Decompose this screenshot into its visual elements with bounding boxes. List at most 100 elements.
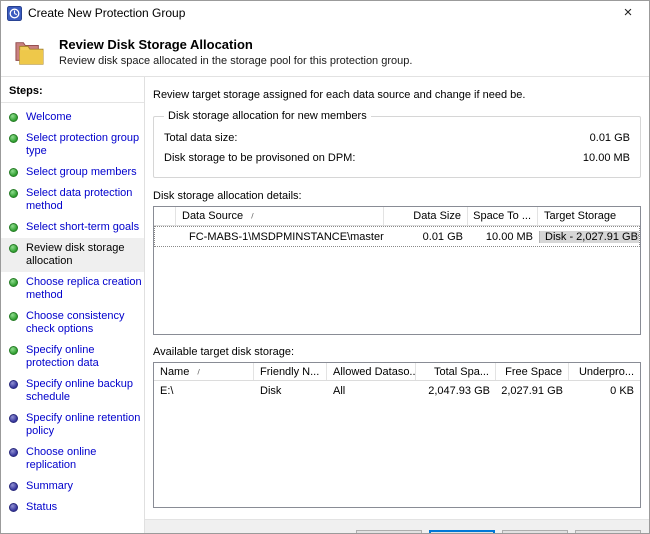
help-button[interactable]: Help: [575, 530, 641, 534]
table-row-disk[interactable]: E:\ Disk All 2,047.93 GB 2,027.91 GB 0 K…: [154, 381, 640, 401]
step-link[interactable]: Select short-term goals: [26, 221, 139, 234]
allowed-datasources-cell: All: [327, 381, 416, 401]
total-space-cell: 2,047.93 GB: [416, 381, 496, 401]
sidebar-item-specify-online-protection-data[interactable]: Specify online protection data: [1, 340, 144, 374]
step-link[interactable]: Choose replica creation method: [26, 276, 142, 302]
step-link[interactable]: Welcome: [26, 111, 72, 124]
table-row-data-source[interactable]: FC-MABS-1\MSDPMINSTANCE\master on... 0.0…: [154, 226, 640, 247]
next-button[interactable]: Next >: [429, 530, 495, 534]
step-done-bullet-icon: [9, 189, 18, 198]
sidebar-item-select-protection-group-type[interactable]: Select protection group type: [1, 128, 144, 162]
window-title: Create New Protection Group: [28, 6, 613, 20]
available-table-empty-area: [154, 401, 640, 507]
sidebar-item-welcome[interactable]: Welcome: [1, 107, 144, 128]
steps-heading: Steps:: [1, 85, 144, 102]
header-spacer: [154, 207, 176, 225]
available-target-disk-storage-table: Name/ Friendly N... Allowed Dataso... To…: [153, 362, 641, 508]
underprovisioned-cell: 0 KB: [569, 381, 640, 401]
details-table-empty-area: [154, 247, 640, 334]
step-done-bullet-icon: [9, 134, 18, 143]
step-done-bullet-icon: [9, 278, 18, 287]
disk-storage-allocation-groupbox: Disk storage allocation for new members …: [153, 110, 641, 178]
column-header-data-source[interactable]: Data Source/: [176, 207, 384, 225]
column-header-allowed-datasources[interactable]: Allowed Dataso...: [327, 363, 416, 380]
step-pending-bullet-icon: [9, 503, 18, 512]
disk-storage-provisioned-row: Disk storage to be provisoned on DPM: 10…: [162, 148, 632, 168]
sidebar-item-status[interactable]: Status: [1, 497, 144, 518]
step-link[interactable]: Specify online protection data: [26, 344, 142, 370]
steps-sidebar: Steps: Welcome Select protection group t…: [1, 77, 145, 533]
free-space-cell: 2,027.91 GB: [496, 381, 569, 401]
total-data-size-row: Total data size: 0.01 GB: [162, 128, 632, 148]
step-label-current: Review disk storage allocation: [26, 242, 142, 268]
column-header-underprovisioned[interactable]: Underpro...: [569, 363, 640, 380]
friendly-name-cell: Disk: [254, 381, 327, 401]
name-cell: E:\: [154, 381, 254, 401]
step-link[interactable]: Select protection group type: [26, 132, 142, 158]
sidebar-item-summary[interactable]: Summary: [1, 476, 144, 497]
create-new-protection-group-dialog: Create New Protection Group × Review Dis…: [0, 0, 650, 534]
disk-storage-provisioned-value: 10.00 MB: [583, 152, 630, 164]
sidebar-item-specify-online-retention-policy[interactable]: Specify online retention policy: [1, 408, 144, 442]
available-table-header: Name/ Friendly N... Allowed Dataso... To…: [154, 363, 640, 381]
sidebar-item-select-group-members[interactable]: Select group members: [1, 162, 144, 183]
sidebar-item-review-disk-storage-allocation: Review disk storage allocation: [1, 238, 144, 272]
protection-group-folder-icon: [13, 38, 45, 66]
sidebar-item-select-short-term-goals[interactable]: Select short-term goals: [1, 217, 144, 238]
step-link[interactable]: Choose online replication: [26, 446, 142, 472]
column-header-label: Name: [160, 366, 189, 378]
target-storage-select[interactable]: Disk - 2,027.91 GB: [539, 231, 639, 243]
sidebar-item-choose-online-replication[interactable]: Choose online replication: [1, 442, 144, 476]
column-header-name[interactable]: Name/: [154, 363, 254, 380]
step-link[interactable]: Specify online backup schedule: [26, 378, 142, 404]
available-table-label: Available target disk storage:: [153, 346, 641, 358]
step-link[interactable]: Select group members: [26, 166, 137, 179]
target-storage-cell: Disk - 2,027.91 GB: [539, 227, 639, 246]
sidebar-item-choose-consistency-check-options[interactable]: Choose consistency check options: [1, 306, 144, 340]
sidebar-item-choose-replica-creation-method[interactable]: Choose replica creation method: [1, 272, 144, 306]
column-header-target-storage[interactable]: Target Storage: [538, 207, 640, 225]
column-header-data-size[interactable]: Data Size: [384, 207, 468, 225]
sidebar-item-specify-online-backup-schedule[interactable]: Specify online backup schedule: [1, 374, 144, 408]
disk-storage-allocation-details-table: Data Source/ Data Size Space To ... Targ…: [153, 206, 641, 335]
header-text: Review Disk Storage Allocation Review di…: [59, 37, 412, 67]
step-link[interactable]: Summary: [26, 480, 73, 493]
space-to-cell: 10.00 MB: [469, 227, 539, 246]
wizard-footer: < Back Next > Cancel Help: [145, 519, 649, 534]
close-icon[interactable]: ×: [613, 3, 643, 23]
wizard-header: Review Disk Storage Allocation Review di…: [1, 25, 649, 77]
step-pending-bullet-icon: [9, 414, 18, 423]
groupbox-legend: Disk storage allocation for new members: [164, 110, 371, 122]
step-done-bullet-icon: [9, 312, 18, 321]
step-done-bullet-icon: [9, 168, 18, 177]
title-bar: Create New Protection Group ×: [1, 1, 649, 25]
page-title: Review Disk Storage Allocation: [59, 37, 412, 52]
column-header-total-space[interactable]: Total Spa...: [416, 363, 496, 380]
data-size-cell: 0.01 GB: [385, 227, 469, 246]
column-header-space-to[interactable]: Space To ...: [468, 207, 538, 225]
step-done-bullet-icon: [9, 223, 18, 232]
details-table-header: Data Source/ Data Size Space To ... Targ…: [154, 207, 640, 226]
step-done-bullet-icon: [9, 346, 18, 355]
step-current-bullet-icon: [9, 244, 18, 253]
step-link[interactable]: Select data protection method: [26, 187, 142, 213]
sidebar-item-select-data-protection-method[interactable]: Select data protection method: [1, 183, 144, 217]
total-data-size-value: 0.01 GB: [590, 132, 630, 144]
data-source-cell: FC-MABS-1\MSDPMINSTANCE\master on...: [177, 227, 385, 246]
total-data-size-label: Total data size:: [164, 132, 237, 144]
step-link[interactable]: Specify online retention policy: [26, 412, 142, 438]
steps-separator: [1, 102, 144, 103]
column-header-friendly-name[interactable]: Friendly N...: [254, 363, 327, 380]
sort-ascending-icon: /: [251, 212, 254, 220]
details-table-label: Disk storage allocation details:: [153, 190, 641, 202]
back-button[interactable]: < Back: [356, 530, 422, 534]
step-done-bullet-icon: [9, 113, 18, 122]
dpm-app-icon: [7, 6, 22, 21]
chevron-down-icon: [638, 231, 639, 239]
cancel-button[interactable]: Cancel: [502, 530, 568, 534]
step-pending-bullet-icon: [9, 448, 18, 457]
target-storage-value: Disk - 2,027.91 GB: [545, 231, 638, 243]
step-link[interactable]: Status: [26, 501, 57, 514]
step-link[interactable]: Choose consistency check options: [26, 310, 142, 336]
column-header-free-space[interactable]: Free Space: [496, 363, 569, 380]
